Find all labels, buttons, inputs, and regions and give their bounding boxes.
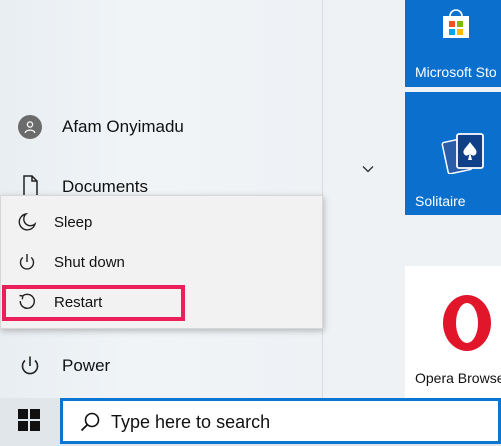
tile-solitaire[interactable]: Solitaire bbox=[405, 92, 501, 215]
shut-down-label: Shut down bbox=[54, 253, 125, 271]
moon-icon bbox=[18, 212, 37, 231]
tile-label-store: Microsoft Sto bbox=[415, 64, 497, 80]
store-icon bbox=[443, 9, 469, 38]
taskbar: Type here to search bbox=[0, 398, 501, 446]
documents-label: Documents bbox=[62, 177, 148, 196]
user-account-item[interactable]: Afam Onyimadu bbox=[18, 115, 184, 139]
search-icon bbox=[80, 412, 100, 432]
power-icon bbox=[19, 254, 35, 270]
chevron-down-icon[interactable] bbox=[362, 160, 374, 176]
tile-microsoft-store[interactable]: Microsoft Sto bbox=[405, 0, 501, 87]
cards-icon bbox=[441, 133, 484, 174]
tile-opera-browser[interactable]: Opera Browse bbox=[405, 266, 501, 398]
tile-label-solitaire: Solitaire bbox=[415, 193, 466, 209]
search-placeholder: Type here to search bbox=[111, 412, 271, 432]
shut-down-option[interactable]: Shut down bbox=[17, 252, 125, 272]
user-avatar-icon bbox=[18, 115, 42, 139]
sleep-label: Sleep bbox=[54, 213, 93, 231]
power-label: Power bbox=[62, 356, 111, 375]
user-name: Afam Onyimadu bbox=[62, 117, 184, 136]
tile-label-opera: Opera Browse bbox=[415, 370, 501, 386]
sleep-option[interactable]: Sleep bbox=[17, 212, 92, 232]
power-icon bbox=[21, 356, 39, 375]
opera-icon bbox=[443, 295, 491, 351]
restart-highlight-box bbox=[2, 285, 185, 321]
taskbar-search-box[interactable]: Type here to search bbox=[60, 398, 501, 444]
power-item[interactable]: Power bbox=[18, 354, 110, 378]
windows-start-icon[interactable] bbox=[18, 409, 40, 431]
